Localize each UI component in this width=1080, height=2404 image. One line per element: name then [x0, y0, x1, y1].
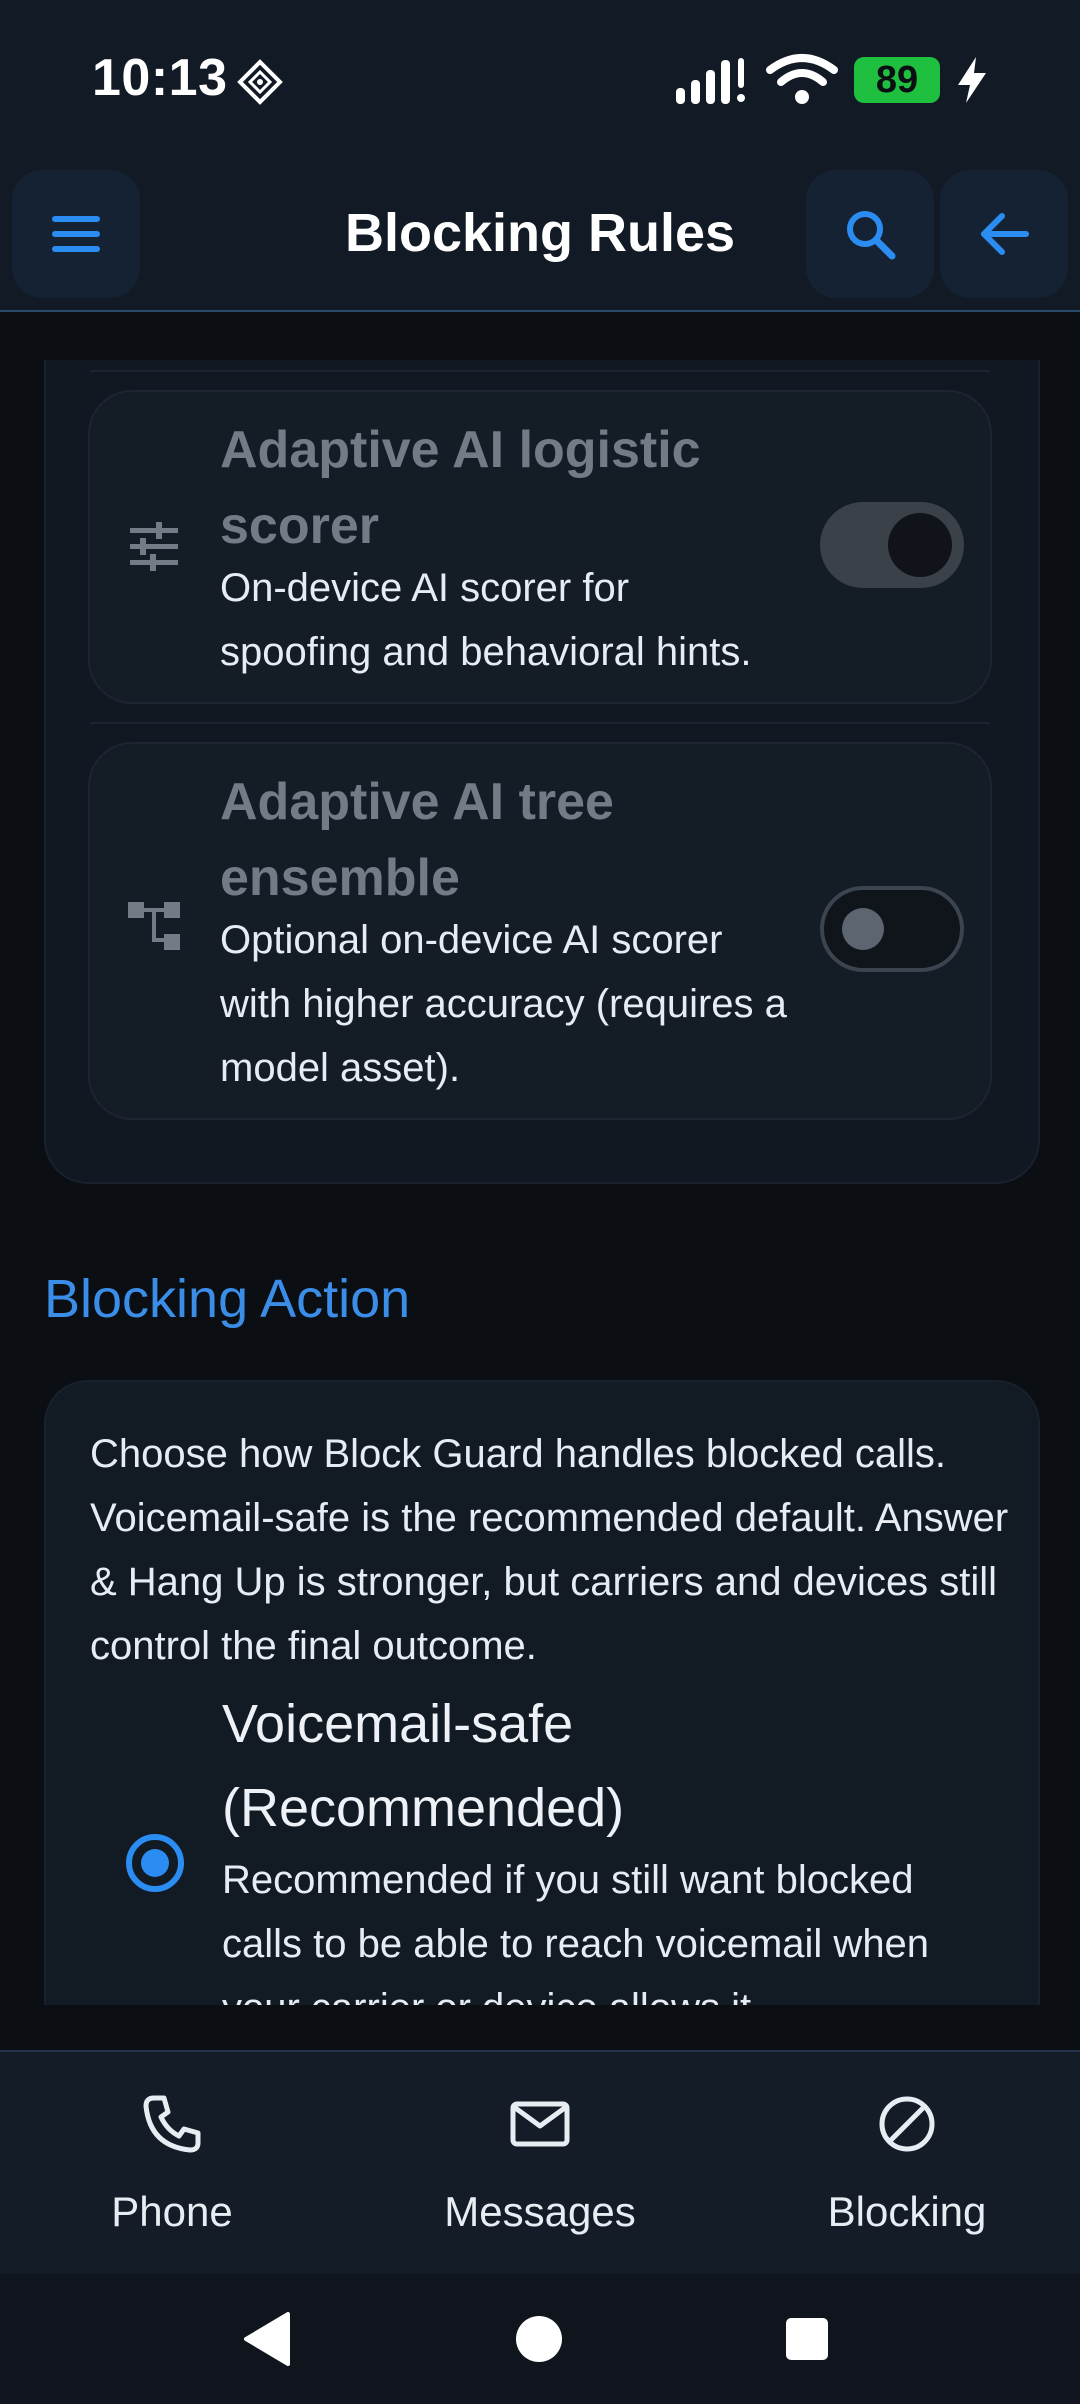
search-button[interactable]	[806, 170, 934, 298]
charging-bolt-icon	[958, 57, 986, 103]
sliders-icon	[130, 522, 178, 571]
tree-ensemble-description: Optional on-device AI scorer with higher…	[220, 918, 787, 1090]
back-button[interactable]	[940, 170, 1068, 298]
diamond-notification-icon	[237, 59, 283, 105]
tree-ensemble-title: Adaptive AI tree ensemble	[220, 773, 614, 907]
system-recents-button[interactable]	[774, 2306, 840, 2372]
signal-icon	[676, 58, 745, 104]
voicemail-safe-radio[interactable]	[126, 1834, 184, 1892]
nav-label-messages: Messages	[444, 2188, 636, 2235]
logistic-scorer-title: Adaptive AI logistic scorer	[220, 421, 701, 555]
blocking-action-description: Choose how Block Guard handles blocked c…	[90, 1432, 1009, 1668]
search-icon	[847, 211, 896, 260]
voicemail-safe-description: Recommended if you still want blocked ca…	[222, 1858, 930, 2005]
blocking-action-card: Choose how Block Guard handles blocked c…	[44, 1380, 1040, 2005]
nav-item-phone[interactable]: Phone	[22, 2052, 322, 2276]
battery-indicator: 89	[854, 57, 940, 103]
system-back-button[interactable]	[238, 2306, 304, 2372]
divider	[90, 722, 990, 724]
tree-ensemble-row[interactable]: Adaptive AI tree ensemble Optional on-de…	[88, 742, 992, 1120]
nav-label-blocking: Blocking	[827, 2188, 987, 2235]
nav-item-blocking[interactable]: Blocking	[757, 2052, 1057, 2276]
logistic-scorer-description: On-device AI scorer for spoofing and beh…	[220, 566, 752, 674]
bottom-navigation: Phone Messages Blocking	[0, 2050, 1080, 2276]
logistic-scorer-row[interactable]: Adaptive AI logistic scorer On-device AI…	[88, 390, 992, 704]
top-app-bar: Blocking Rules	[0, 160, 1080, 312]
system-navigation-bar	[0, 2274, 1080, 2404]
status-icons: 89	[674, 52, 990, 108]
status-bar: 10:13 89	[0, 0, 1080, 160]
nav-label-phone: Phone	[111, 2188, 233, 2235]
nav-item-messages[interactable]: Messages	[390, 2052, 690, 2276]
wifi-icon	[766, 54, 838, 104]
system-home-button[interactable]	[506, 2306, 572, 2372]
toggle-knob	[842, 908, 884, 950]
toggle-knob	[888, 513, 952, 577]
logistic-scorer-toggle[interactable]	[820, 502, 964, 588]
mail-icon	[510, 2101, 570, 2147]
voicemail-safe-title[interactable]: Voicemail-safe (Recommended)	[222, 1682, 922, 1850]
tree-ensemble-toggle[interactable]	[820, 886, 964, 972]
divider	[90, 370, 990, 372]
tree-structure-icon	[128, 902, 180, 950]
block-icon	[879, 2096, 935, 2152]
back-arrow-icon	[981, 213, 1029, 255]
radio-selected-dot	[141, 1849, 169, 1877]
status-time: 10:13	[92, 49, 228, 107]
blocking-action-heading: Blocking Action	[44, 1269, 411, 1329]
app-screen: 10:13 89 Blocking Rules Adaptive AI logi…	[0, 0, 1080, 2404]
phone-icon	[143, 2095, 201, 2153]
scroll-content[interactable]: Adaptive AI logistic scorer On-device AI…	[0, 360, 1080, 2005]
